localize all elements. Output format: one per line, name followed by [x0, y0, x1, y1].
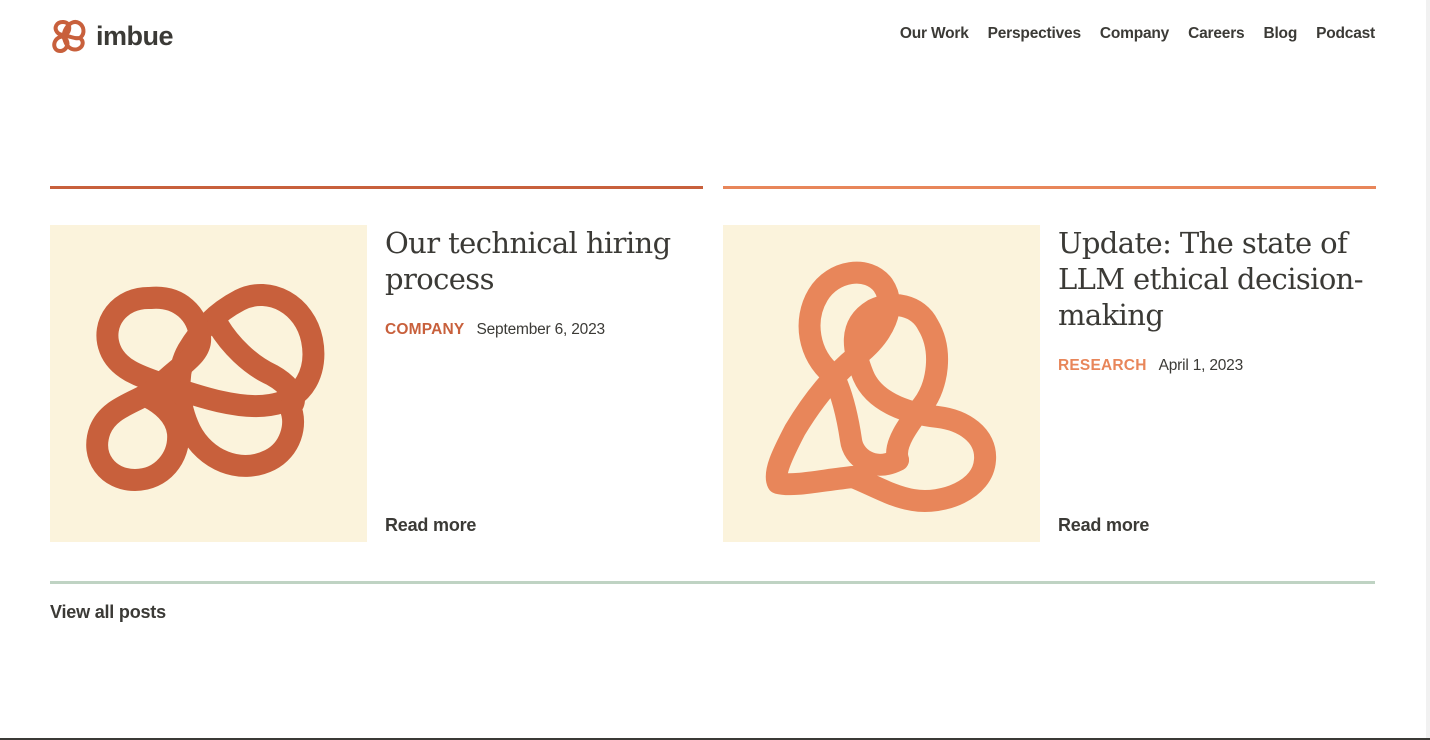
nav-careers[interactable]: Careers: [1188, 25, 1245, 43]
read-more-link[interactable]: Read more: [1058, 515, 1149, 536]
post-category-tag[interactable]: RESEARCH: [1058, 357, 1147, 375]
section-divider: [50, 581, 1375, 584]
post-card-body: Our technical hiring process COMPANY Sep…: [385, 225, 703, 542]
post-meta: RESEARCH April 1, 2023: [1058, 357, 1376, 375]
post-date: September 6, 2023: [476, 321, 605, 338]
post-title-link[interactable]: Update: The state of LLM ethical decisio…: [1058, 225, 1376, 333]
loop-illustration-icon: [765, 261, 996, 512]
nav-blog[interactable]: Blog: [1263, 25, 1297, 43]
imbue-logo-icon: [52, 19, 86, 53]
nav-perspectives[interactable]: Perspectives: [988, 25, 1081, 43]
post-card-rule: [723, 186, 1376, 189]
post-category-tag[interactable]: COMPANY: [385, 321, 464, 339]
post-meta: COMPANY September 6, 2023: [385, 321, 703, 339]
post-card-llm-ethics: Update: The state of LLM ethical decisio…: [723, 186, 1376, 542]
post-title: Update: The state of LLM ethical decisio…: [1058, 226, 1364, 332]
post-date: April 1, 2023: [1158, 357, 1244, 374]
post-title: Our technical hiring process: [385, 226, 671, 296]
home-logo-link[interactable]: imbue: [50, 18, 174, 54]
post-card-body: Update: The state of LLM ethical decisio…: [1058, 225, 1376, 542]
nav-podcast[interactable]: Podcast: [1316, 25, 1375, 43]
post-title-link[interactable]: Our technical hiring process: [385, 225, 703, 297]
main-nav: Our Work Perspectives Company Careers Bl…: [900, 25, 1375, 43]
knot-illustration-icon: [86, 284, 325, 491]
post-card-hiring: Our technical hiring process COMPANY Sep…: [50, 186, 703, 542]
post-thumbnail[interactable]: [50, 225, 367, 542]
view-all-posts-link[interactable]: View all posts: [50, 602, 166, 623]
site-header: imbue Our Work Perspectives Company Care…: [50, 18, 1375, 54]
nav-our-work[interactable]: Our Work: [900, 25, 969, 43]
read-more-link[interactable]: Read more: [385, 515, 476, 536]
scrollbar-track[interactable]: [1426, 0, 1430, 740]
nav-company[interactable]: Company: [1100, 25, 1169, 43]
post-thumbnail[interactable]: [723, 225, 1040, 542]
brand-name: imbue: [96, 20, 174, 51]
post-card-rule: [50, 186, 703, 189]
